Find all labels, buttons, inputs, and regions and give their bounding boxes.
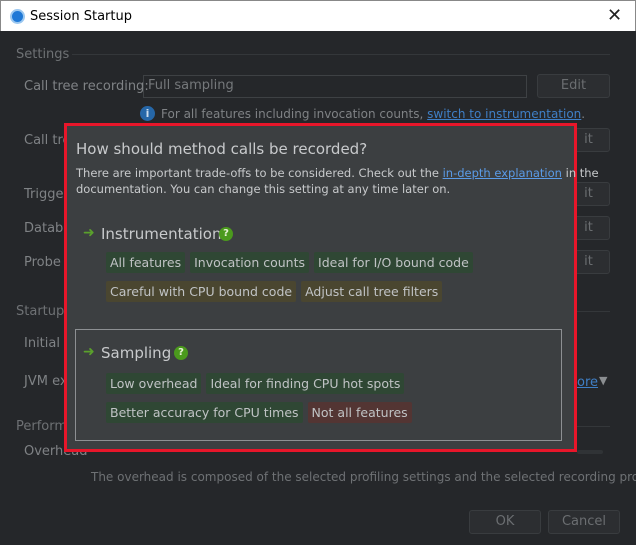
chevron-down-icon[interactable]: ▼ <box>599 374 607 387</box>
tag: Invocation counts <box>190 252 310 273</box>
divider <box>72 54 610 55</box>
tag: Not all features <box>307 402 412 423</box>
recording-mode-popup: How should method calls be recorded? The… <box>64 123 599 452</box>
divider <box>577 311 610 312</box>
performance-header: Perform <box>16 419 68 434</box>
jvm-exit-label: JVM ex <box>24 374 68 389</box>
overhead-note: The overhead is composed of the selected… <box>91 470 636 484</box>
call-tree-recording-field[interactable]: Full sampling <box>143 75 527 98</box>
instrumentation-option[interactable]: ➜ Instrumentation ? All features Invocat… <box>75 220 562 310</box>
info-text: For all features including invocation co… <box>161 107 586 121</box>
sampling-option[interactable]: ➜ Sampling ? Low overhead Ideal for find… <box>75 329 562 441</box>
divider <box>577 426 610 427</box>
arrow-right-icon: ➜ <box>83 344 95 360</box>
close-icon[interactable]: ✕ <box>607 5 622 26</box>
tag: Ideal for I/O bound code <box>314 252 473 273</box>
overhead-bar <box>577 450 603 454</box>
cancel-button[interactable]: Cancel <box>548 510 620 534</box>
popup-description-line2: documentation. You can change this setti… <box>76 182 451 196</box>
edit-button[interactable]: Edit <box>537 74 610 98</box>
window-title: Session Startup <box>30 9 132 24</box>
sampling-tags: Low overhead Ideal for finding CPU hot s… <box>106 373 405 394</box>
help-icon[interactable]: ? <box>219 227 233 241</box>
instrumentation-label: Instrumentation <box>101 225 222 243</box>
tag: Low overhead <box>106 373 202 394</box>
sampling-label: Sampling <box>101 344 172 362</box>
startup-header: Startup <box>16 304 65 319</box>
sampling-tags: Better accuracy for CPU times Not all fe… <box>106 402 412 423</box>
tag: All features <box>106 252 186 273</box>
trigger-label: Trigge <box>24 187 64 202</box>
info-icon: i <box>140 106 155 121</box>
tag: Ideal for finding CPU hot spots <box>206 373 405 394</box>
instrumentation-tags: Careful with CPU bound code Adjust call … <box>106 281 443 302</box>
tag: Adjust call tree filters <box>301 281 443 302</box>
ok-button[interactable]: OK <box>469 510 541 534</box>
call-tree-label: Call tree recording: <box>24 79 149 94</box>
instrumentation-tags: All features Invocation counts Ideal for… <box>106 252 473 273</box>
popup-description: There are important trade-offs to be con… <box>76 166 599 180</box>
more-link[interactable]: ore <box>577 375 598 390</box>
probe-label: Probe <box>24 255 61 270</box>
tag: Better accuracy for CPU times <box>106 402 303 423</box>
settings-header: Settings <box>16 47 70 62</box>
title-bar: Session Startup ✕ <box>0 0 636 31</box>
tag: Careful with CPU bound code <box>106 281 297 302</box>
in-depth-explanation-link[interactable]: in-depth explanation <box>443 166 562 180</box>
switch-to-instrumentation-link[interactable]: switch to instrumentation <box>427 107 581 121</box>
app-icon <box>10 9 25 24</box>
help-icon[interactable]: ? <box>174 346 188 360</box>
initial-recording-label: Initial r <box>24 336 70 351</box>
arrow-right-icon: ➜ <box>83 225 95 241</box>
popup-title: How should method calls be recorded? <box>76 140 368 158</box>
